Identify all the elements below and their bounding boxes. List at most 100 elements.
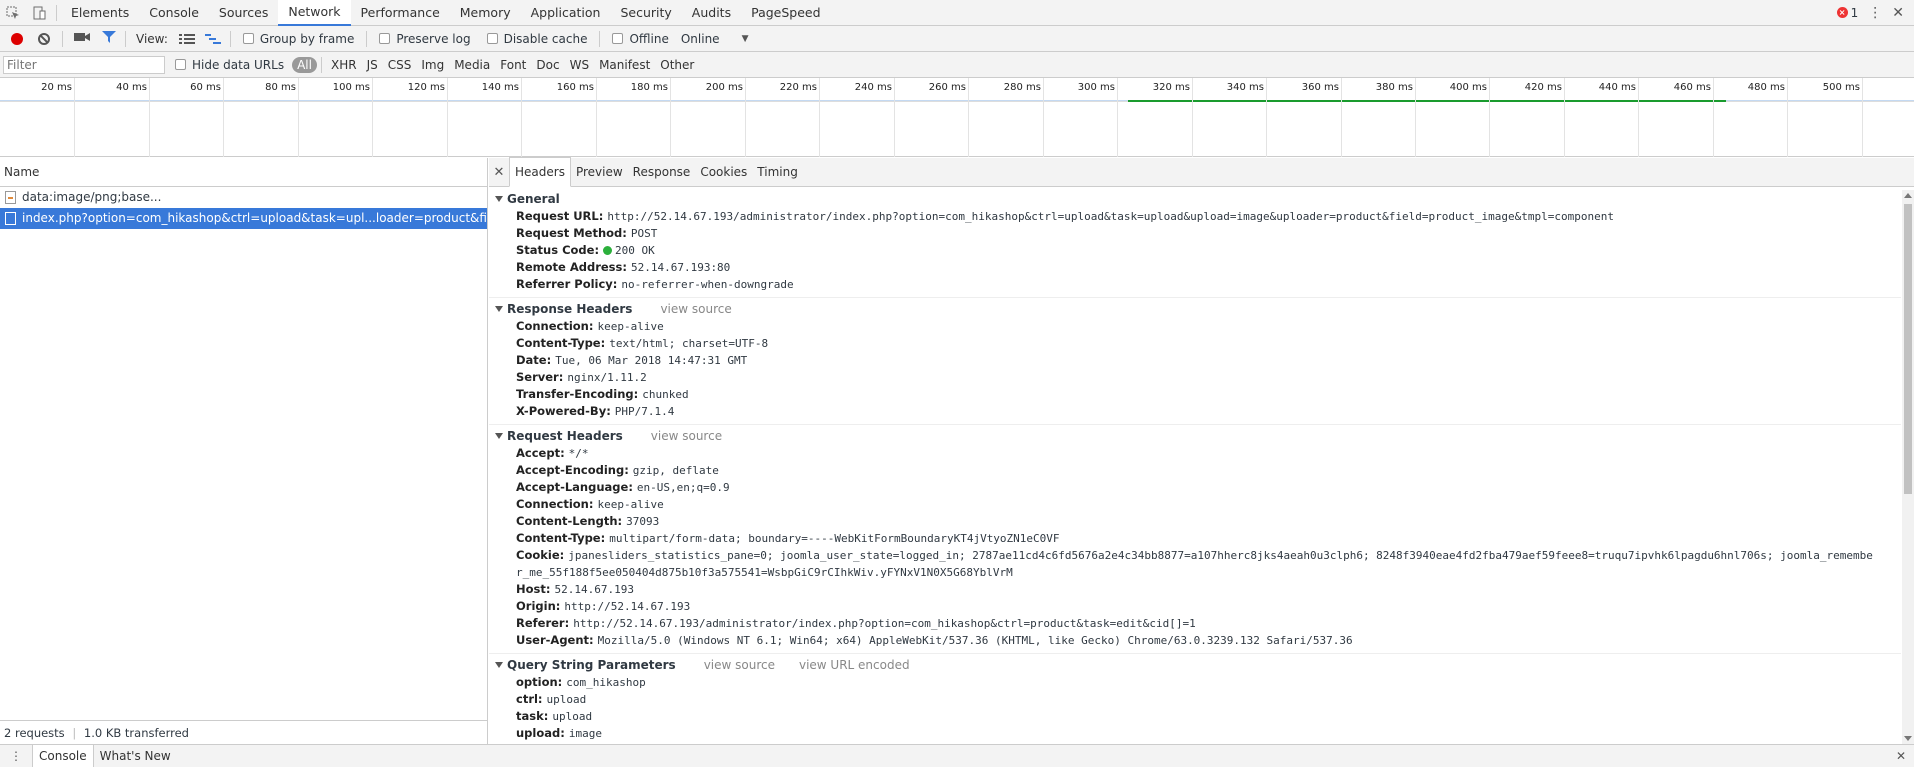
filter-type-media[interactable]: Media xyxy=(449,58,495,72)
network-summary-bar: 2 requests | 1.0 KB transferred xyxy=(0,720,487,744)
tab-sources[interactable]: Sources xyxy=(209,0,278,26)
large-rows-icon[interactable] xyxy=(178,32,195,46)
filter-type-img[interactable]: Img xyxy=(416,58,449,72)
tab-audits[interactable]: Audits xyxy=(682,0,741,26)
header-key: Status Code: xyxy=(516,243,600,257)
checkbox-box[interactable] xyxy=(175,59,186,70)
checkbox-box[interactable] xyxy=(242,33,254,44)
tab-memory[interactable]: Memory xyxy=(450,0,521,26)
hide-data-urls-checkbox[interactable]: Hide data URLs xyxy=(175,58,284,72)
timeline-tick-label: 460 ms xyxy=(1673,82,1711,93)
response-headers-header[interactable]: Response Headers view source xyxy=(489,300,1901,318)
tab-response[interactable]: Response xyxy=(628,158,696,187)
filter-type-manifest[interactable]: Manifest xyxy=(594,58,655,72)
header-key: Accept: xyxy=(516,446,565,460)
group-by-frame-checkbox[interactable]: Group by frame xyxy=(242,32,354,46)
tab-pagespeed[interactable]: PageSpeed xyxy=(741,0,830,26)
disable-cache-checkbox[interactable]: Disable cache xyxy=(486,32,587,46)
overview-waterfall-icon[interactable] xyxy=(204,32,221,46)
preserve-log-label: Preserve log xyxy=(396,31,471,46)
tab-console[interactable]: Console xyxy=(139,0,209,26)
header-row: Cookie: jpanesliders_statistics_pane=0; j… xyxy=(489,547,1879,581)
request-row-selected[interactable]: index.php?option=com_hikashop&ctrl=uploa… xyxy=(0,208,487,229)
scrollbar-thumb[interactable] xyxy=(1904,204,1912,494)
filter-type-xhr[interactable]: XHR xyxy=(326,58,362,72)
tab-performance[interactable]: Performance xyxy=(351,0,450,26)
filter-type-ws[interactable]: WS xyxy=(565,58,594,72)
record-button[interactable] xyxy=(11,32,23,45)
offline-checkbox[interactable]: Offline xyxy=(612,32,669,46)
preserve-log-checkbox[interactable]: Preserve log xyxy=(379,31,471,46)
close-details-icon[interactable]: ✕ xyxy=(489,165,509,180)
header-key: Content-Type: xyxy=(516,531,606,545)
device-toolbar-icon[interactable] xyxy=(26,0,52,26)
header-value: Mozilla/5.0 (Windows NT 6.1; Win64; x64)… xyxy=(597,634,1353,647)
drawer-menu-icon[interactable]: ⋮ xyxy=(0,749,32,763)
timeline-tick: 340 ms xyxy=(1227,78,1267,157)
filter-type-css[interactable]: CSS xyxy=(383,58,417,72)
throttling-select[interactable]: Online ▼ xyxy=(681,32,749,46)
close-drawer-icon[interactable]: ✕ xyxy=(1896,749,1914,763)
drawer-tab-console[interactable]: Console xyxy=(32,745,94,767)
scroll-up-icon[interactable] xyxy=(1904,193,1912,198)
timeline-tick: 140 ms xyxy=(482,78,522,157)
close-devtools-icon[interactable]: ✕ xyxy=(1892,5,1904,21)
hide-data-urls-label: Hide data URLs xyxy=(192,57,285,72)
header-value: 52.14.67.193:80 xyxy=(630,261,731,274)
details-scrollbar[interactable] xyxy=(1902,190,1914,744)
tab-network[interactable]: Network xyxy=(278,0,351,26)
section-title: Response Headers xyxy=(507,302,633,316)
more-options-icon[interactable]: ⋮ xyxy=(1868,5,1882,21)
query-params-section: Query String Parameters view source view U… xyxy=(489,654,1901,744)
tab-timing[interactable]: Timing xyxy=(752,158,803,187)
view-source-link[interactable]: view source xyxy=(651,427,722,445)
timeline-tick-label: 420 ms xyxy=(1524,82,1562,93)
filter-type-doc[interactable]: Doc xyxy=(531,58,564,72)
tab-application[interactable]: Application xyxy=(521,0,611,26)
filter-type-all[interactable]: All xyxy=(292,56,317,73)
checkbox-box[interactable] xyxy=(486,33,498,44)
filter-type-other[interactable]: Other xyxy=(655,58,699,72)
drawer-tab-whats-new[interactable]: What's New xyxy=(94,745,177,767)
filter-type-js[interactable]: JS xyxy=(362,58,383,72)
filter-input[interactable] xyxy=(3,55,165,74)
header-key: option: xyxy=(516,675,563,689)
filter-type-font[interactable]: Font xyxy=(495,58,531,72)
tab-headers[interactable]: Headers xyxy=(509,157,571,187)
capture-screenshots-icon[interactable] xyxy=(74,31,90,46)
view-url-encoded-link[interactable]: view URL encoded xyxy=(799,656,910,674)
inspect-element-icon[interactable] xyxy=(0,0,26,26)
header-key: Remote Address: xyxy=(516,260,627,274)
header-row: Accept-Language: en-US,en;q=0.9 xyxy=(489,479,1901,496)
checkbox-box[interactable] xyxy=(612,33,624,44)
header-row: Host: 52.14.67.193 xyxy=(489,581,1901,598)
timeline-tick: 420 ms xyxy=(1525,78,1565,157)
header-value: 37093 xyxy=(626,515,660,528)
header-row: Status Code: 200 OK xyxy=(489,242,1901,259)
filter-icon[interactable] xyxy=(102,31,116,46)
header-value: multipart/form-data; boundary=----WebKit… xyxy=(609,532,1060,545)
checkbox-box[interactable] xyxy=(379,33,391,44)
error-counter[interactable]: × 1 xyxy=(1836,6,1858,20)
tab-security[interactable]: Security xyxy=(610,0,681,26)
request-headers-header[interactable]: Request Headers view source xyxy=(489,427,1901,445)
request-row[interactable]: data:image/png;base... xyxy=(0,187,487,208)
view-source-link[interactable]: view source xyxy=(660,300,731,318)
toolbar-divider xyxy=(56,4,57,21)
timeline-tick-label: 320 ms xyxy=(1152,82,1190,93)
tab-cookies[interactable]: Cookies xyxy=(695,158,752,187)
tab-elements[interactable]: Elements xyxy=(61,0,139,26)
scroll-down-icon[interactable] xyxy=(1904,736,1912,741)
name-column-header[interactable]: Name xyxy=(0,158,487,187)
timeline-tick-label: 380 ms xyxy=(1375,82,1413,93)
tab-preview[interactable]: Preview xyxy=(571,158,628,187)
timeline-tick-label: 60 ms xyxy=(190,82,221,93)
timeline-overview[interactable]: 20 ms 40 ms 60 ms 80 ms 100 ms 120 ms 140 ms 16… xyxy=(0,78,1914,157)
header-value: gzip, deflate xyxy=(632,464,719,477)
clear-button[interactable] xyxy=(38,32,50,45)
view-source-link[interactable]: view source xyxy=(704,656,775,674)
timeline-tick-label: 180 ms xyxy=(630,82,668,93)
query-params-header[interactable]: Query String Parameters view source view U… xyxy=(489,656,1901,674)
general-section-header[interactable]: General xyxy=(489,190,1901,208)
header-key: Connection: xyxy=(516,497,594,511)
